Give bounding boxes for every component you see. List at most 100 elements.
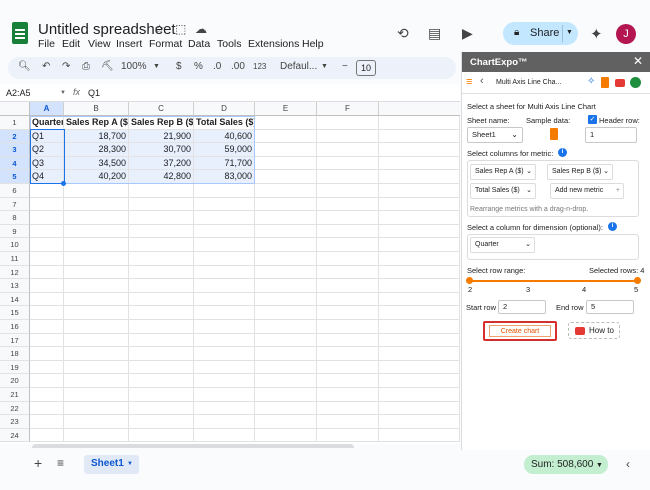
empty-cell[interactable] <box>255 129 317 144</box>
empty-cell[interactable] <box>194 238 255 252</box>
font-size-input[interactable]: 10 <box>356 60 376 76</box>
empty-cell[interactable] <box>255 238 317 252</box>
add-metric-button[interactable]: Add new metric + <box>550 183 624 199</box>
empty-cell[interactable] <box>317 143 379 157</box>
how-to-button[interactable]: How to <box>568 322 620 339</box>
row-header[interactable]: 4 <box>0 156 30 171</box>
empty-cell[interactable] <box>379 197 460 212</box>
empty-cell[interactable] <box>379 360 460 375</box>
print-icon[interactable]: ⎙ <box>82 61 90 72</box>
currency-format-button[interactable]: $ <box>176 61 182 72</box>
empty-cell[interactable] <box>194 211 255 225</box>
empty-cell[interactable] <box>317 347 379 361</box>
empty-cell[interactable] <box>317 360 379 375</box>
menu-help[interactable]: Help <box>302 38 324 50</box>
empty-cell[interactable] <box>129 428 194 443</box>
redo-icon[interactable]: ↷ <box>62 61 70 72</box>
empty-cell[interactable] <box>194 197 255 212</box>
empty-cell[interactable] <box>317 184 379 198</box>
empty-cell[interactable] <box>64 428 129 443</box>
empty-cell[interactable] <box>317 238 379 252</box>
row-header[interactable]: 16 <box>0 320 30 334</box>
row-header[interactable]: 21 <box>0 388 30 402</box>
decrease-font-size-button[interactable]: − <box>342 61 348 72</box>
name-box-chevron-icon[interactable]: ▼ <box>60 90 66 96</box>
empty-cell[interactable] <box>30 306 64 320</box>
row-header[interactable]: 6 <box>0 184 30 198</box>
menu-extensions[interactable]: Extensions <box>248 38 299 50</box>
empty-cell[interactable] <box>194 320 255 334</box>
empty-cell[interactable] <box>129 388 194 402</box>
meet-icon[interactable]: ▶ <box>462 25 473 42</box>
empty-cell[interactable] <box>30 374 64 388</box>
empty-cell[interactable] <box>194 224 255 239</box>
sum-indicator[interactable]: Sum: 508,600 ▼ <box>524 455 608 474</box>
row-range-slider[interactable] <box>469 280 637 282</box>
cloud-status-icon[interactable]: ☁ <box>195 22 207 36</box>
sample-file-icon[interactable] <box>601 77 609 88</box>
empty-cell[interactable] <box>30 224 64 239</box>
menu-format[interactable]: Format <box>149 38 182 50</box>
empty-cell[interactable] <box>255 197 317 212</box>
chevron-down-icon[interactable]: ▼ <box>566 29 573 36</box>
empty-cell[interactable] <box>194 252 255 266</box>
empty-cell[interactable] <box>255 156 317 171</box>
empty-cell[interactable] <box>64 265 129 280</box>
column-title-cell[interactable]: Sales Rep B ($) <box>129 116 194 130</box>
empty-cell[interactable] <box>129 333 194 348</box>
empty-cell[interactable] <box>194 292 255 307</box>
empty-cell[interactable] <box>255 320 317 334</box>
zoom-chevron-icon[interactable]: ▼ <box>153 63 160 70</box>
empty-cell[interactable] <box>379 116 460 130</box>
row-header[interactable]: 5 <box>0 170 30 184</box>
header-row-checkbox[interactable]: ✓ <box>588 115 597 124</box>
empty-cell[interactable] <box>30 211 64 225</box>
empty-cell[interactable] <box>30 415 64 429</box>
empty-cell[interactable] <box>129 252 194 266</box>
history-icon[interactable]: ⟲ <box>397 25 409 42</box>
empty-cell[interactable] <box>379 279 460 293</box>
data-cell[interactable]: 37,200 <box>129 156 194 171</box>
empty-cell[interactable] <box>194 265 255 280</box>
empty-cell[interactable] <box>30 320 64 334</box>
column-header-c[interactable]: C <box>129 102 194 116</box>
empty-cell[interactable] <box>317 320 379 334</box>
empty-cell[interactable] <box>317 292 379 307</box>
empty-cell[interactable] <box>64 401 129 416</box>
row-header[interactable]: 11 <box>0 252 30 266</box>
empty-cell[interactable] <box>317 428 379 443</box>
data-cell[interactable]: 30,700 <box>129 143 194 157</box>
empty-cell[interactable] <box>255 170 317 184</box>
undo-icon[interactable]: ↶ <box>42 61 50 72</box>
data-cell[interactable]: Q4 <box>30 170 64 184</box>
empty-cell[interactable] <box>255 360 317 375</box>
share-button[interactable]: 🔒︎ Share ▼ <box>503 22 578 45</box>
empty-cell[interactable] <box>129 279 194 293</box>
empty-cell[interactable] <box>30 428 64 443</box>
data-cell[interactable]: 83,000 <box>194 170 255 184</box>
empty-cell[interactable] <box>255 252 317 266</box>
empty-cell[interactable] <box>317 116 379 130</box>
empty-cell[interactable] <box>317 211 379 225</box>
menu-data[interactable]: Data <box>188 38 210 50</box>
empty-cell[interactable] <box>317 170 379 184</box>
sheet-tab-sheet1[interactable]: Sheet1 ▼ <box>84 455 139 474</box>
data-cell[interactable]: 40,600 <box>194 129 255 144</box>
empty-cell[interactable] <box>379 320 460 334</box>
menu-tools[interactable]: Tools <box>217 38 242 50</box>
spreadsheet-grid[interactable]: A B C D E F 1 2 3 4 5 6 7 8 9 10 11 12 13 14 15 16 17 18 1… <box>0 102 460 444</box>
empty-cell[interactable] <box>64 333 129 348</box>
empty-cell[interactable] <box>379 252 460 266</box>
end-row-input[interactable]: 5 <box>586 300 634 314</box>
row-header[interactable]: 3 <box>0 143 30 157</box>
all-sheets-icon[interactable]: ≡ <box>57 456 64 470</box>
empty-cell[interactable] <box>255 143 317 157</box>
empty-cell[interactable] <box>129 211 194 225</box>
row-header[interactable]: 9 <box>0 224 30 239</box>
data-cell[interactable]: 34,500 <box>64 156 129 171</box>
empty-cell[interactable] <box>379 129 460 144</box>
empty-cell[interactable] <box>30 238 64 252</box>
column-header-f[interactable]: F <box>317 102 379 116</box>
empty-cell[interactable] <box>129 292 194 307</box>
empty-cell[interactable] <box>317 415 379 429</box>
